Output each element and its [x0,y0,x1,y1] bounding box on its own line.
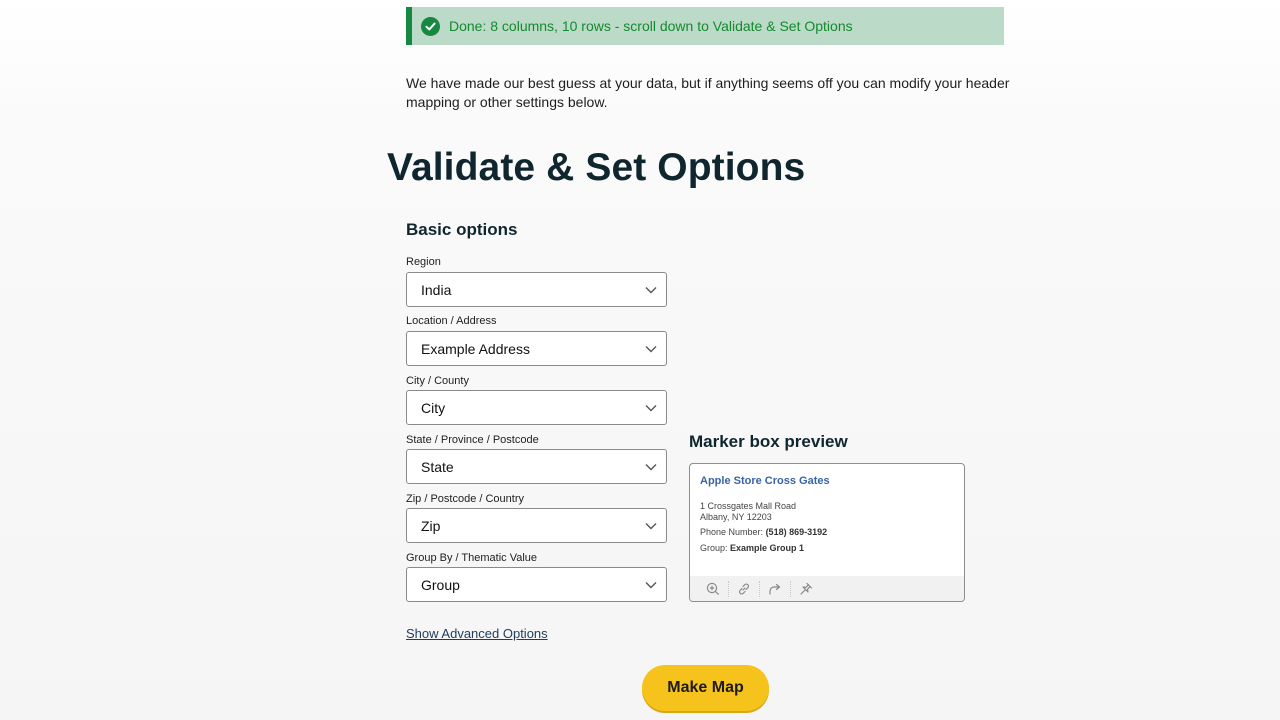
basic-options-title: Basic options [406,220,518,239]
phone-row: Phone Number: (518) 869-3192 [700,527,827,537]
location-label: Location / Address [406,315,497,327]
chevron-down-icon [644,401,658,415]
group-select-value: Group [421,576,460,593]
chevron-down-icon [644,283,658,297]
make-map-button[interactable]: Make Map [642,665,769,711]
group-select[interactable]: Group [406,567,667,602]
chevron-down-icon [644,460,658,474]
zoom-in-icon[interactable] [698,580,729,597]
state-label: State / Province / Postcode [406,434,539,446]
status-message: Done: 8 columns, 10 rows - scroll down t… [449,18,853,34]
chevron-down-icon [644,578,658,592]
address-line-1: 1 Crossgates Mall Road [700,501,797,511]
location-select[interactable]: Example Address [406,331,667,366]
location-select-value: Example Address [421,340,530,357]
group-label: Group By / Thematic Value [406,552,538,564]
region-label: Region [406,256,441,268]
group-row-value: Example Group 1 [730,543,805,553]
state-select[interactable]: State [406,449,667,484]
pin-icon[interactable] [791,581,821,597]
zip-select[interactable]: Zip [406,508,667,543]
address-line-2: Albany, NY 12203 [700,512,772,522]
intro-text: We have made our best guess at your data… [406,75,1010,110]
preview-toolbar [690,576,964,601]
state-select-value: State [421,458,454,475]
phone-value: (518) 869-3192 [765,527,828,537]
marker-box-preview: Apple Store Cross Gates 1 Crossgates Mal… [689,463,965,602]
status-banner: Done: 8 columns, 10 rows - scroll down t… [406,7,1004,45]
share-icon[interactable] [760,580,791,597]
show-advanced-options-link[interactable]: Show Advanced Options [406,626,548,641]
region-select[interactable]: India [406,272,667,307]
page-title: Validate & Set Options [387,146,806,189]
group-row-label: Group: [700,543,728,553]
place-name: Apple Store Cross Gates [700,475,830,487]
check-circle-icon [421,16,440,36]
link-icon[interactable] [729,580,760,597]
phone-label: Phone Number: [700,527,764,537]
city-label: City / County [406,375,469,387]
zip-select-value: Zip [421,517,441,534]
group-row: Group: Example Group 1 [700,543,804,553]
region-select-value: India [421,281,452,298]
city-select-value: City [421,399,446,416]
chevron-down-icon [644,342,658,356]
zip-label: Zip / Postcode / Country [406,493,524,505]
chevron-down-icon [644,519,658,533]
marker-preview-title: Marker box preview [689,432,848,451]
city-select[interactable]: City [406,390,667,425]
